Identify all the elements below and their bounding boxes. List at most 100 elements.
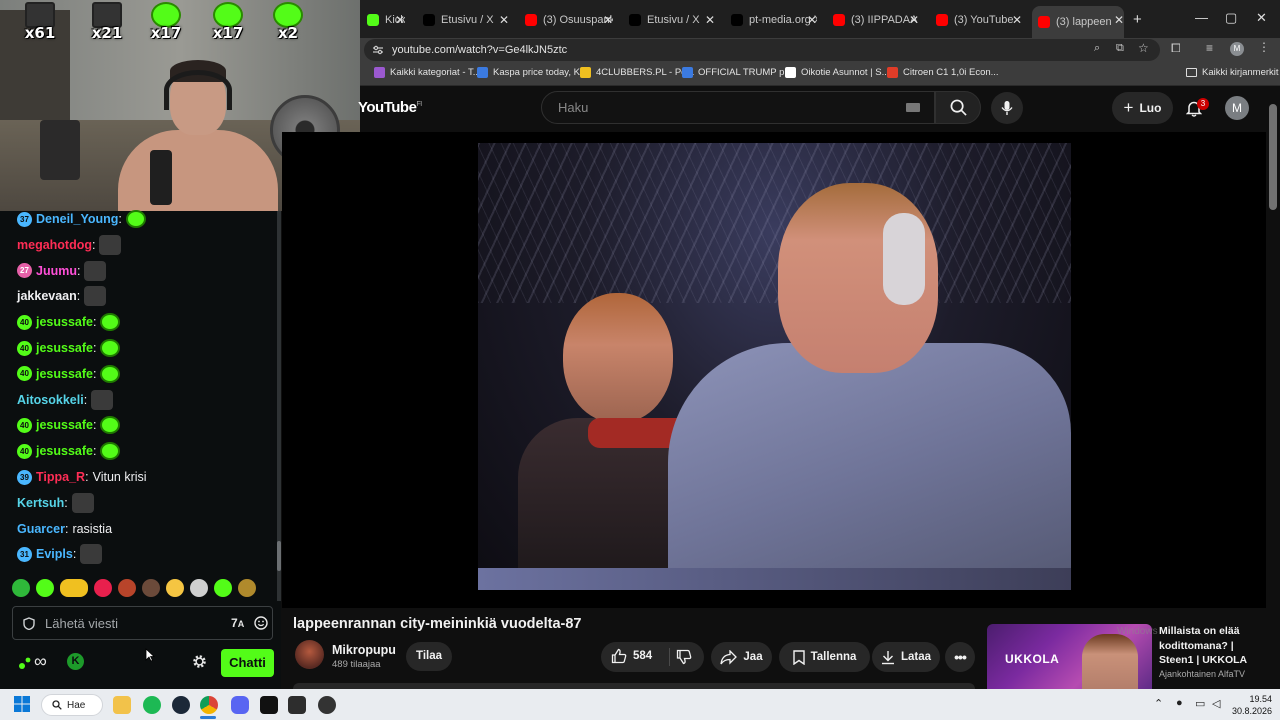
tab-close-icon[interactable]: ✕ [909,13,919,27]
channel-name[interactable]: Mikropupu [332,643,396,657]
tray-network-icon[interactable]: ▭ [1195,697,1205,710]
voice-search-button[interactable] [991,92,1023,124]
subscriber-badge[interactable]: 40 [17,443,32,459]
spotify-icon[interactable] [143,696,161,714]
chat-username[interactable]: megahotdog [17,238,92,252]
chat-username[interactable]: jesussafe [36,444,93,458]
obs-icon[interactable] [318,696,336,714]
subscriber-badge[interactable]: 40 [17,314,32,330]
maximize-icon[interactable]: ▢ [1225,10,1237,26]
tab-close-icon[interactable]: ✕ [499,13,509,27]
emote-icon[interactable] [12,579,30,597]
emote-icon[interactable] [60,579,88,597]
url-text[interactable]: youtube.com/watch?v=Ge4lkJN5ztc [392,44,567,56]
search-button[interactable] [935,91,981,124]
minimize-icon[interactable]: — [1195,10,1208,25]
browser-menu-icon[interactable]: ⋮ [1258,40,1270,54]
chat-message-input[interactable] [45,615,221,631]
emote-icon[interactable] [94,579,112,597]
emote-icon[interactable] [142,579,160,597]
profile-icon[interactable]: M [1230,42,1244,56]
subscriber-badge[interactable]: 40 [17,366,32,382]
tab-close-icon[interactable]: ✕ [603,13,613,27]
media-icon[interactable]: ≡ [1206,41,1213,55]
page-scrollbar[interactable] [1266,86,1280,689]
browser-tab[interactable]: (3) YouTube ✕ [930,9,1022,31]
chat-username[interactable]: Tippa_R [36,470,85,484]
browser-tab[interactable]: (3) IIPPADAA h ✕ [827,9,919,31]
extensions-icon[interactable]: ⧠ [1171,41,1181,56]
emote-icon[interactable] [214,579,232,597]
discord-icon[interactable] [231,696,249,714]
dislike-button[interactable] [676,649,692,665]
subscriber-badge[interactable]: 39 [17,469,32,485]
chrome-icon[interactable] [200,696,218,714]
cast-icon[interactable]: ⧉ [1116,42,1124,55]
save-button[interactable]: Tallenna [779,642,870,672]
zoom-icon[interactable]: ⌕ [1094,42,1100,55]
site-info-icon[interactable] [372,45,384,55]
url-bar[interactable]: youtube.com/watch?v=Ge4lkJN5ztc [364,39,1160,61]
recommended-video-channel[interactable]: Ajankohtainen AlfaTV [1159,669,1245,679]
share-button[interactable]: Jaa [711,642,772,672]
chat-username[interactable]: Kertsuh [17,496,64,510]
chat-scrollbar[interactable] [277,211,281,601]
chat-username[interactable]: Guarcer [17,522,65,536]
emote-icon[interactable] [238,579,256,597]
browser-tab[interactable]: (3) Osuuspanki ✕ [519,9,613,31]
subscriber-badge[interactable]: 37 [17,211,32,227]
bookmark-item[interactable]: Kaikki kategoriat - T... [374,67,481,78]
translate-icon[interactable]: 7A [231,616,244,630]
gear-icon[interactable] [192,654,207,669]
emote-icon[interactable] [166,579,184,597]
bookmark-item[interactable]: 4CLUBBERS.PL - Po... [580,67,694,78]
bookmark-item[interactable]: Citroen C1 1,0i Econ... [887,67,999,78]
browser-tab[interactable]: Kick D✕ [361,9,405,31]
bookmark-item[interactable]: OFFICIAL TRUMP pr... [682,67,795,78]
search-box[interactable] [541,91,935,124]
x-app-icon[interactable] [260,696,278,714]
emote-icon[interactable] [36,579,54,597]
account-avatar[interactable]: M [1225,96,1249,120]
browser-tab[interactable]: Etusivu / X ✕ [623,9,715,31]
chat-username[interactable]: Evipls [36,547,73,561]
steam-icon[interactable] [172,696,190,714]
chat-send-button[interactable]: Chatti [221,649,274,677]
tray-chevron-icon[interactable]: ⌃ [1154,697,1163,710]
subscriber-badge[interactable]: 31 [17,546,32,562]
download-button[interactable]: Lataa [872,642,940,672]
emote-icon[interactable] [190,579,208,597]
browser-tab[interactable]: (3) lappeen ✕ [1032,6,1124,38]
like-button[interactable]: 584 [611,648,652,664]
chat-username[interactable]: jesussafe [36,367,93,381]
app-icon[interactable] [288,696,306,714]
chat-username[interactable]: jesussafe [36,341,93,355]
channel-avatar[interactable] [295,640,324,669]
emoji-icon[interactable] [254,616,268,630]
tab-close-icon[interactable]: ✕ [1114,13,1124,27]
video-frame[interactable] [478,143,1071,590]
chat-username[interactable]: Deneil_Young [36,212,118,226]
all-bookmarks[interactable]: Kaikki kirjanmerkit [1186,67,1279,78]
tab-close-icon[interactable]: ✕ [807,13,817,27]
browser-tab[interactable]: Etusivu / X ✕ [417,9,509,31]
keyboard-icon[interactable] [906,103,920,112]
clock[interactable]: 19.54 30.8.2026 [1230,693,1272,717]
shield-icon[interactable] [23,616,35,630]
new-tab-icon[interactable]: + [1133,11,1142,28]
subscriber-badge[interactable]: 40 [17,340,32,356]
recommended-video-title[interactable]: Millaista on elää kodittomana? | Steen1 … [1159,624,1267,668]
youtube-logo[interactable]: YouTubeFI [358,99,422,116]
emote-icon[interactable] [118,579,136,597]
chat-username[interactable]: Juumu [36,264,77,278]
close-window-icon[interactable]: ✕ [1256,10,1267,26]
browser-tab[interactable]: pt-media.org X ✕ [725,9,817,31]
chat-username[interactable]: jesussafe [36,315,93,329]
file-explorer-icon[interactable] [113,696,131,714]
tab-close-icon[interactable]: ✕ [705,13,715,27]
subscribe-button[interactable]: Tilaa [406,642,452,671]
bookmark-item[interactable]: Kaspa price today, K... [477,67,588,78]
chat-username[interactable]: jesussafe [36,418,93,432]
subscriber-badge[interactable]: 40 [17,417,32,433]
tab-close-icon[interactable]: ✕ [1012,13,1022,27]
